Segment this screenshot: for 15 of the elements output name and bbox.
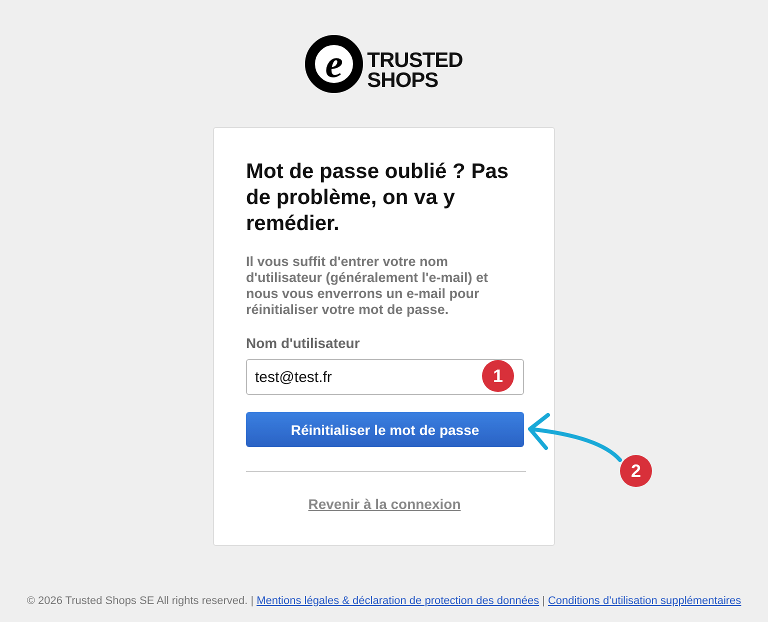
logo-text: SHOPS xyxy=(367,71,440,91)
field-label: Nom d'utilisateur xyxy=(246,335,361,351)
footer-link[interactable]: Conditions d’utilisation supplémentaires xyxy=(548,595,742,607)
number-badge: 2 xyxy=(620,455,652,487)
reset-button[interactable]: Réinitialiser le mot de passe xyxy=(246,412,524,447)
logo-text: TRUSTED xyxy=(367,51,463,71)
heading: Mot de passe oublié ? Pas de problème, on va y remédier. xyxy=(246,159,510,237)
arrow-icon xyxy=(526,412,624,464)
logo-mark: e xyxy=(305,35,364,93)
back-link[interactable]: Revenir à la connexion xyxy=(308,496,461,512)
description: Il vous suffit d'entrer votre nom d'utilisateur (généralement l'e-mail) et nous vous enverrons un e-mail pour réinitialiser votre mot de passe. xyxy=(246,254,489,318)
separator: | xyxy=(250,595,254,607)
footer-link[interactable]: Mentions légales & déclaration de protection des données xyxy=(256,595,540,607)
separator: | xyxy=(542,595,545,607)
copyright-text: © 2026 Trusted Shops SE All rights reserved. xyxy=(26,595,248,607)
